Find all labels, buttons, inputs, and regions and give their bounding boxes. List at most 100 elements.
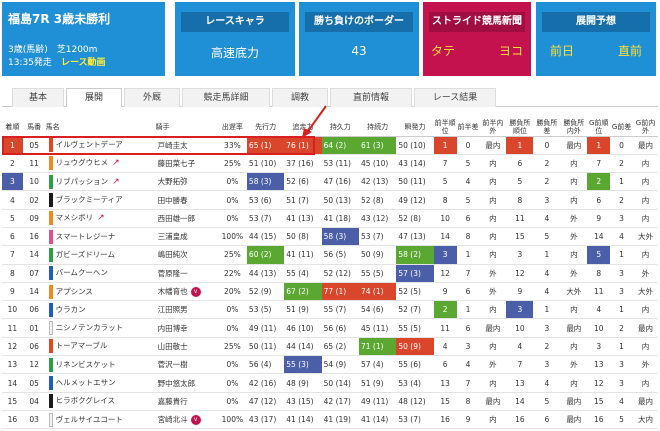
jockey-name[interactable]: 菅原隆一: [158, 269, 188, 278]
horse-name[interactable]: ガビーズドリーム: [56, 250, 115, 259]
col-header[interactable]: 馬番: [22, 118, 46, 137]
race-video-link[interactable]: レース動画: [61, 58, 106, 68]
jockey-name[interactable]: 江田照男: [158, 305, 188, 314]
jockey-cell: 嶋田純次: [155, 245, 218, 265]
c6-cell: 48 (9): [284, 373, 322, 393]
tab-tenkai[interactable]: 展開: [66, 88, 122, 107]
col-header[interactable]: 騎手: [155, 118, 218, 137]
yoko-link[interactable]: ヨコ: [499, 42, 523, 59]
jockey-cell: 江田照男: [155, 300, 218, 320]
horse-name[interactable]: リブパッション: [56, 177, 109, 186]
table-row[interactable]: 5 09 マメシボリ ↗ 西田雄一郎 0% 53 (7) 41 (13) 41 (18) 43 (…: [2, 209, 658, 228]
border-value: 43: [351, 44, 367, 58]
jockey-name[interactable]: 藤田菜七子: [158, 159, 196, 168]
horse-name[interactable]: ウラカン: [56, 305, 86, 314]
jockey-name[interactable]: 三浦皇成: [158, 232, 188, 241]
rank-cell: 4: [2, 190, 23, 210]
race-chara-card: レースキャラ 高速底力: [175, 2, 295, 76]
col-header[interactable]: 持続力: [359, 118, 397, 137]
horse-name[interactable]: ヘルメットエサン: [56, 378, 116, 387]
delay-cell: 0%: [217, 373, 247, 393]
horse-name[interactable]: トーアマーブル: [56, 341, 108, 350]
c6-cell: 52 (6): [284, 172, 322, 192]
col-header[interactable]: 前半順位: [433, 118, 457, 137]
horse-name[interactable]: リネンビスケット: [56, 360, 116, 369]
table-row[interactable]: 4 02 ブラックミーティア 田中勝春 0% 53 (6) 51 (7) 50 (13) 52 …: [2, 190, 658, 210]
table-row[interactable]: 16 03 ヴェルサイユコート 宮崎北斗 v 100% 43 (17) 41 (14) 41 (…: [2, 410, 658, 430]
table-row[interactable]: 14 05 ヘルメットエサン 野中悠太郎 0% 42 (16) 48 (9) 50 (14) 5…: [2, 373, 658, 393]
table-row[interactable]: 7 14 ガビーズドリーム 嶋田純次 25% 60 (2) 41 (11) 56 (5) 50 …: [2, 245, 658, 265]
tab-basic[interactable]: 基本: [12, 88, 64, 107]
frame-color-bar: [48, 339, 53, 354]
jockey-name[interactable]: 野中悠太郎: [158, 379, 196, 388]
jockey-cell: 藤田菜七子: [155, 154, 218, 174]
table-row[interactable]: 15 04 ヒラボクグレイス 嘉藤貴行 0% 47 (12) 43 (15) 42 (17) 4…: [2, 392, 658, 411]
jockey-name[interactable]: 木幡育也: [158, 287, 188, 296]
table-row[interactable]: 10 06 ウラカン 江田照男 0% 53 (5) 51 (9) 55 (7) 54 (6) 52…: [2, 300, 658, 320]
c18-cell: 大外: [632, 227, 658, 247]
c16-cell: 12: [587, 373, 611, 393]
col-header[interactable]: 勝負所差: [533, 118, 561, 137]
table-row[interactable]: 1 05 イルヴェントデーア 戸崎圭太 33% 65 (1) 76 (1) 64 (2) 61 …: [2, 136, 658, 155]
col-header[interactable]: G前差: [610, 118, 633, 137]
jockey-name[interactable]: 西田雄一郎: [158, 214, 196, 223]
table-row[interactable]: 13 12 リネンビスケット 菅沢一樹 0% 56 (4) 55 (3) 54 (9) 57 (…: [2, 355, 658, 375]
c8-cell: 53 (7): [359, 227, 397, 247]
rank-cell: 9: [2, 282, 23, 302]
c11-cell: 6: [456, 282, 480, 302]
horse-name[interactable]: ヒラボクグレイス: [56, 396, 115, 405]
tab-chokuzen-info[interactable]: 直前情報: [330, 88, 412, 107]
jockey-name[interactable]: 嶋田純次: [158, 250, 188, 259]
table-row[interactable]: 12 06 トーアマーブル 山田敬士 25% 50 (11) 44 (14) 65 (2) 71…: [2, 337, 658, 357]
jockey-name[interactable]: 大野拓弥: [158, 177, 188, 186]
c9-cell: 49 (12): [396, 190, 434, 210]
horse-name[interactable]: バームクーヘン: [56, 268, 108, 277]
table-row[interactable]: 2 11 リュウグウヒメ ↗ 藤田菜七子 25% 51 (10) 37 (16) 53 (11)…: [2, 154, 658, 174]
table-row[interactable]: 9 14 アプシンス 木幡育也 v 20% 52 (9) 67 (2) 77 (1) 74 (1)…: [2, 282, 658, 302]
tab-gaikyu[interactable]: 外厩: [124, 88, 180, 107]
col-header[interactable]: G前順位: [587, 118, 611, 137]
c7-cell: 58 (3): [321, 227, 359, 247]
jockey-name[interactable]: 戸崎圭太: [158, 141, 188, 150]
col-header[interactable]: 勝負所内外: [560, 118, 588, 137]
tab-horse-detail[interactable]: 競走馬詳細: [182, 88, 270, 107]
horse-name[interactable]: ブラックミーティア: [56, 195, 123, 204]
col-header[interactable]: 勝負所順位: [506, 118, 534, 137]
horse-name[interactable]: アプシンス: [56, 287, 93, 296]
zenjitsu-link[interactable]: 前日: [550, 42, 574, 59]
table-row[interactable]: 6 16 スマートレジーナ 三浦皇成 100% 44 (15) 50 (8) 58 (3) 53…: [2, 227, 658, 247]
col-header[interactable]: 先行力: [246, 118, 285, 137]
col-header[interactable]: 馬名: [45, 118, 156, 137]
jockey-name[interactable]: 菅沢一樹: [158, 360, 188, 369]
c10-cell: 7: [433, 154, 457, 174]
horse-name[interactable]: リュウグウヒメ: [56, 158, 109, 167]
horse-name[interactable]: ヴェルサイユコート: [56, 415, 123, 424]
col-header[interactable]: 出遅率: [217, 118, 247, 137]
col-header[interactable]: 着順: [2, 118, 23, 137]
horse-name[interactable]: マメシボリ: [56, 213, 94, 222]
tab-race-result[interactable]: レース結果: [414, 88, 496, 107]
c17-cell: 3: [610, 282, 633, 302]
tate-link[interactable]: タテ: [431, 42, 455, 59]
col-header[interactable]: G前内外: [632, 118, 658, 137]
horse-name[interactable]: ニシノテンカラット: [56, 323, 124, 332]
jockey-name[interactable]: 嘉藤貴行: [158, 397, 188, 406]
table-row[interactable]: 11 01 ニシノテンカラット 内田博幸 0% 49 (11) 46 (10) 56 (6) 4…: [2, 318, 658, 338]
col-header[interactable]: 瞬発力: [396, 118, 434, 137]
col-header[interactable]: 前半内外: [479, 118, 507, 137]
horse-name[interactable]: スマートレジーナ: [56, 232, 116, 241]
table-row[interactable]: 8 07 バームクーヘン 菅原隆一 22% 44 (13) 55 (4) 52 (12) 55 …: [2, 264, 658, 283]
num-cell: 11: [22, 154, 46, 174]
c7-cell: 53 (11): [321, 154, 359, 174]
c18-cell: 最内: [632, 318, 658, 338]
jockey-name[interactable]: 内田博幸: [158, 324, 188, 333]
chokuzen-link[interactable]: 直前: [618, 42, 642, 59]
jockey-name[interactable]: 山田敬士: [158, 342, 188, 351]
jockey-name[interactable]: 田中勝春: [158, 196, 188, 205]
col-header[interactable]: 前半差: [456, 118, 480, 137]
horse-name[interactable]: イルヴェントデーア: [56, 140, 123, 149]
horse-name-cell: マメシボリ ↗: [45, 209, 156, 228]
jockey-name[interactable]: 宮崎北斗: [158, 415, 188, 424]
table-row[interactable]: 3 10 リブパッション ↗ 大野拓弥 0% 58 (3) 52 (6) 47 (16) 42 (…: [2, 172, 658, 192]
c7-cell: 52 (12): [321, 264, 359, 283]
